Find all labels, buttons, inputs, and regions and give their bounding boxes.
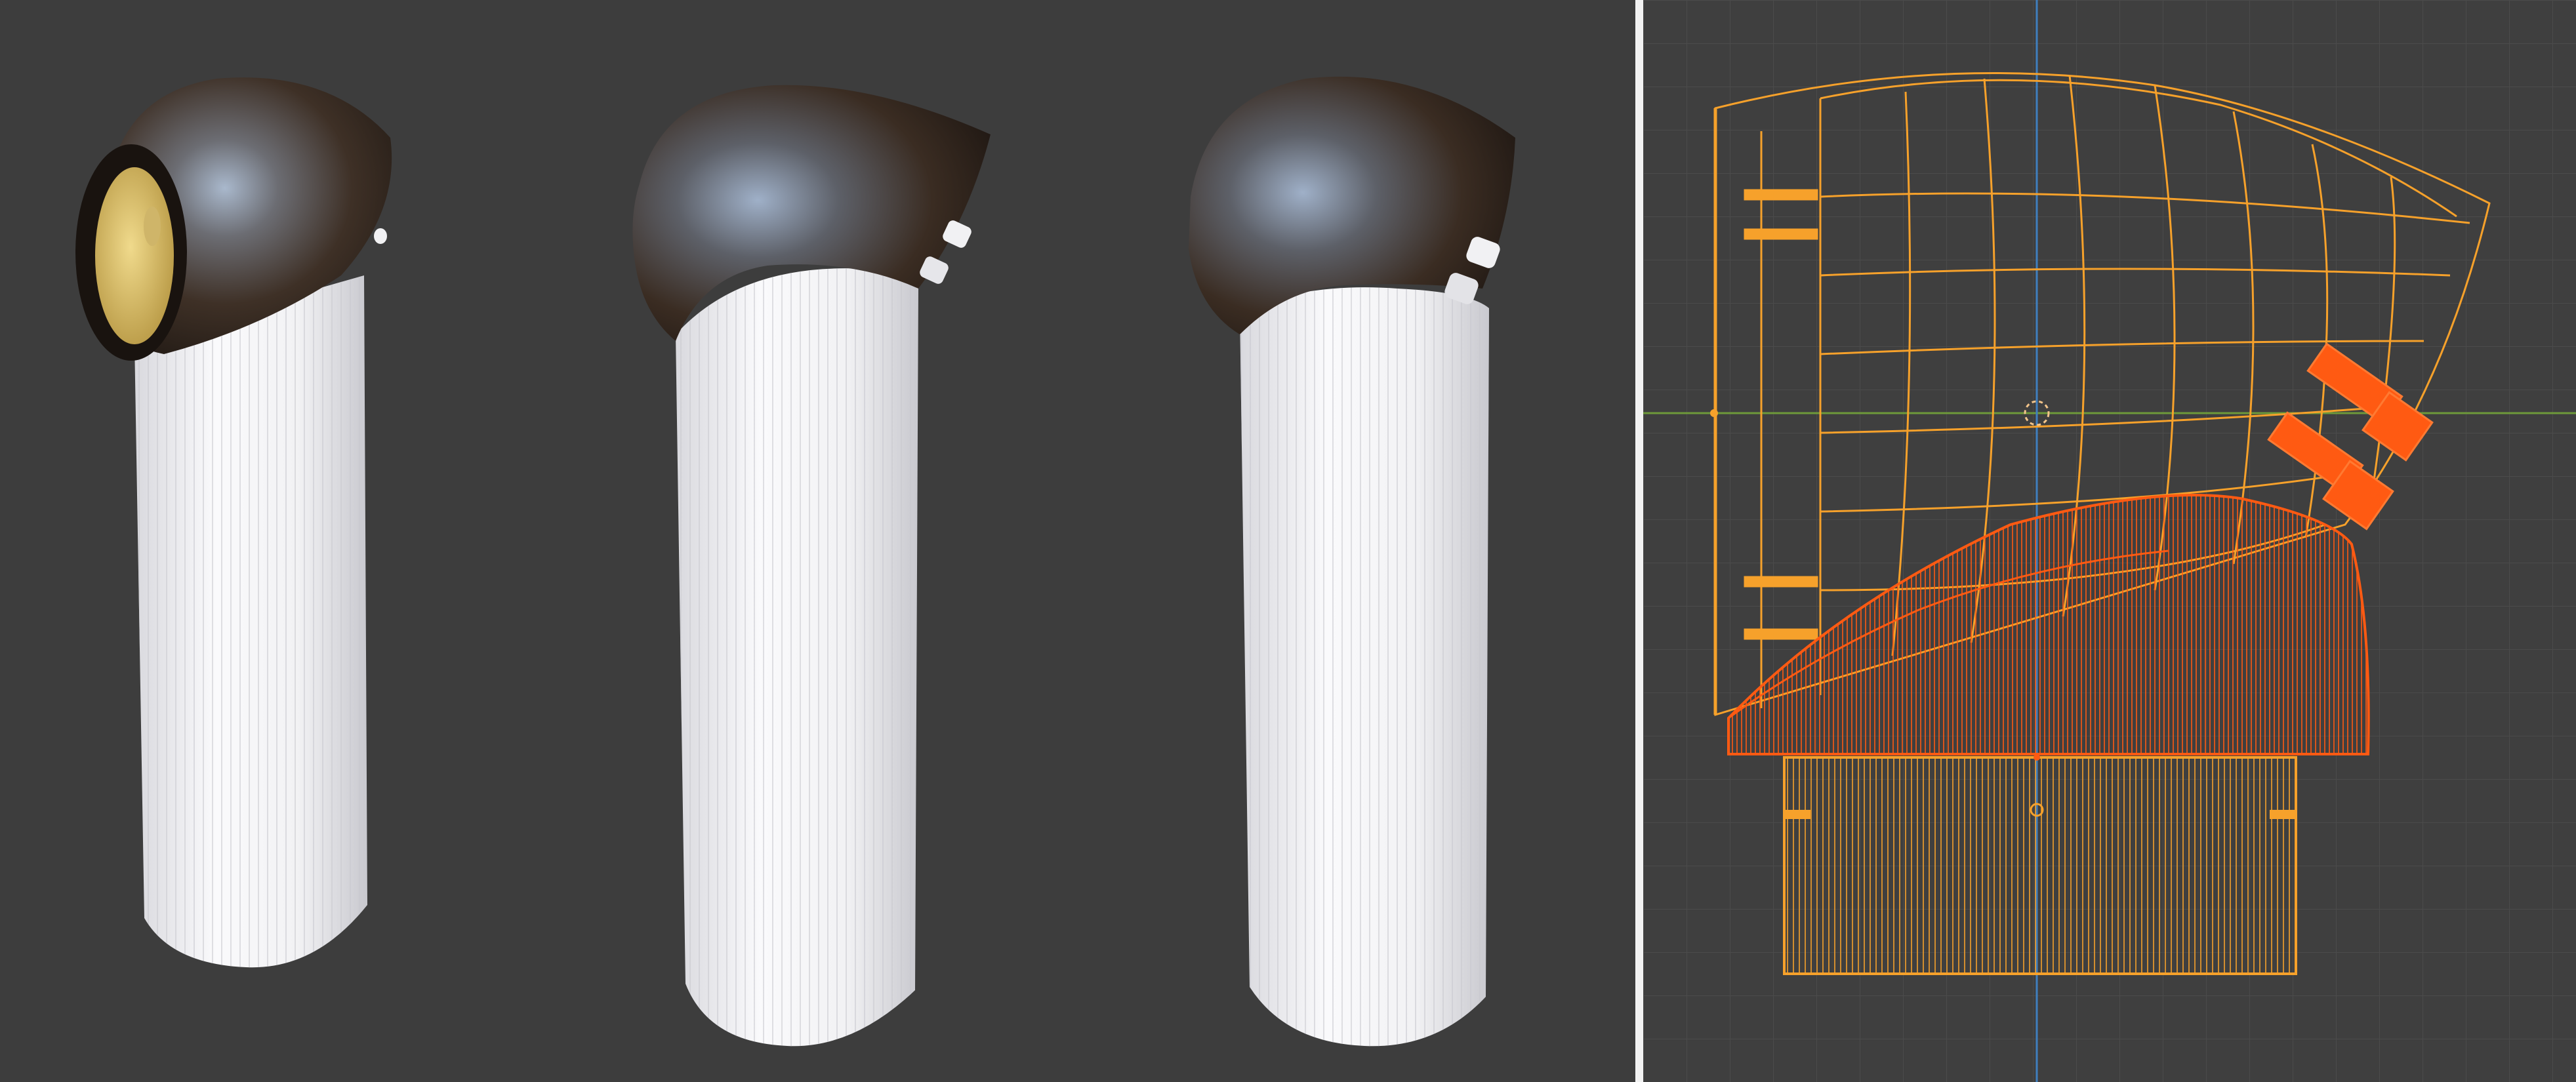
wireframe-viewport[interactable] [1643, 0, 2576, 1082]
blender-workspace [0, 0, 2576, 1082]
wireframe-scene [1643, 0, 2576, 1082]
rendered-viewport[interactable] [0, 0, 1635, 1082]
rendered-scene [75, 76, 1515, 1047]
hair-dryer-front-view[interactable] [75, 77, 392, 968]
handle-wireframe[interactable] [1783, 754, 2297, 975]
hair-dryer-side-view[interactable] [632, 85, 991, 1047]
viewport-divider[interactable] [1635, 0, 1643, 1082]
hair-dryer-rear-view[interactable] [1189, 76, 1515, 1047]
origin-marker [1710, 409, 1718, 417]
